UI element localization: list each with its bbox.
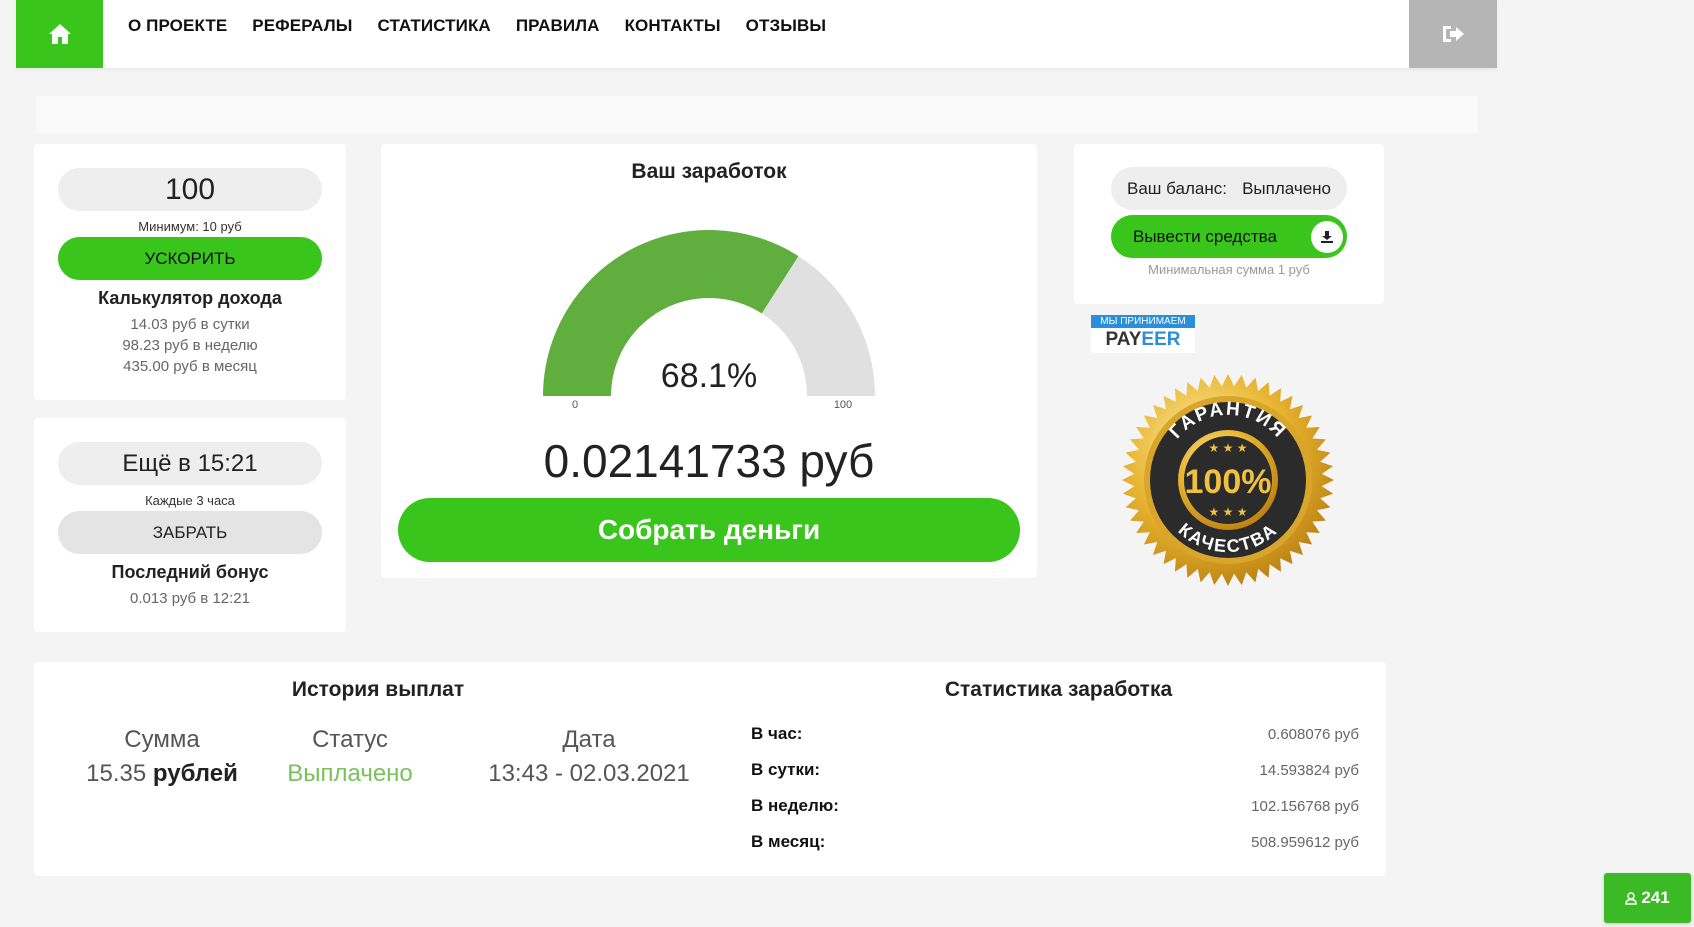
history-amount-number: 15.35: [86, 760, 147, 787]
stats-value-month: 508.959612 руб: [1251, 833, 1359, 851]
income-per-month: 435.00 руб в месяц: [123, 358, 257, 375]
payout-history-title: История выплат: [291, 678, 465, 701]
boost-min-note: Минимум: 10 руб: [138, 219, 242, 234]
balance-field: Ваш баланс: Выплачено: [1111, 167, 1347, 210]
income-per-week: 98.23 руб в неделю: [122, 337, 258, 354]
logout-button[interactable]: [1409, 0, 1497, 68]
bonus-timer-text: Ещё в 15:21: [122, 449, 258, 477]
boost-amount-field[interactable]: 100: [58, 168, 322, 211]
boost-button-label: УСКОРИТЬ: [144, 248, 236, 268]
gauge-min-label: 0: [572, 399, 578, 411]
stats-row-month: В месяц: 508.959612 руб: [751, 824, 1359, 860]
earnings-title: Ваш заработок: [631, 160, 787, 183]
earnings-card: Ваш заработок 68.1% 0 100 0.02141733 руб…: [381, 144, 1037, 578]
balance-card: Ваш баланс: Выплачено Вывести средства М…: [1074, 144, 1384, 304]
income-calculator-title: Калькулятор дохода: [98, 288, 282, 308]
nav-item-referrals[interactable]: РЕФЕРАЛЫ: [252, 16, 352, 36]
collect-money-label: Собрать деньги: [597, 514, 821, 545]
nav-item-rules[interactable]: ПРАВИЛА: [516, 16, 600, 36]
online-users-count: 241: [1641, 888, 1670, 907]
last-bonus-value: 0.013 руб в 12:21: [130, 590, 250, 607]
balance-label: Ваш баланс:: [1127, 178, 1227, 198]
home-button[interactable]: [16, 0, 103, 68]
bonus-timer: Ещё в 15:21: [58, 442, 322, 485]
history-amount-cell: 15.35 рублей: [64, 760, 260, 788]
history-col-status: Статус: [312, 726, 388, 753]
gauge-percent-label: 68.1%: [661, 357, 757, 395]
boost-button[interactable]: УСКОРИТЬ: [58, 237, 322, 280]
gauge-max-label: 100: [834, 399, 852, 411]
withdraw-min-note: Минимальная сумма 1 руб: [1148, 262, 1310, 277]
stats-row-day: В сутки: 14.593824 руб: [751, 752, 1359, 788]
payeer-brand-pay: PAY: [1105, 329, 1142, 350]
boost-amount-value: 100: [164, 172, 216, 206]
seal-center-text: 100%: [1185, 463, 1272, 501]
history-col-date: Дата: [562, 726, 616, 753]
nav-item-contacts[interactable]: КОНТАКТЫ: [625, 16, 721, 36]
boost-card: 100 Минимум: 10 руб УСКОРИТЬ Калькулятор…: [34, 144, 346, 400]
bonus-period-note: Каждые 3 часа: [145, 493, 235, 508]
payeer-accept-text: МЫ ПРИНИМАЕМ: [1091, 315, 1195, 328]
home-icon: [48, 24, 71, 44]
earnings-stats-title: Статистика заработка: [944, 678, 1173, 701]
withdraw-label: Вывести средства: [1133, 226, 1277, 246]
earnings-stats-list: В час: 0.608076 руб В сутки: 14.593824 р…: [751, 716, 1359, 860]
sign-out-icon: [1443, 26, 1464, 42]
claim-bonus-button[interactable]: ЗАБРАТЬ: [58, 511, 322, 554]
stats-value-week: 102.156768 руб: [1251, 797, 1359, 815]
stats-value-day: 14.593824 руб: [1259, 761, 1359, 779]
payeer-logo: МЫ ПРИНИМАЕМ PAYEER: [1091, 315, 1195, 353]
bonus-card: Ещё в 15:21 Каждые 3 часа ЗАБРАТЬ Послед…: [34, 418, 346, 632]
user-icon: [1625, 891, 1638, 905]
main-nav: О ПРОЕКТЕ РЕФЕРАЛЫ СТАТИСТИКА ПРАВИЛА КО…: [128, 0, 851, 52]
guarantee-seal: ГАРАНТИЯ 100% КАЧЕСТВА ★ ★ ★ ★ ★ ★: [1122, 374, 1334, 586]
svg-text:★ ★ ★: ★ ★ ★: [1209, 505, 1248, 519]
balance-paid-label: Выплачено: [1242, 178, 1331, 198]
payeer-brand-eer: EER: [1141, 329, 1181, 350]
withdraw-button[interactable]: Вывести средства: [1111, 215, 1347, 258]
claim-bonus-label: ЗАБРАТЬ: [152, 522, 228, 542]
stats-label-month: В месяц:: [751, 832, 826, 851]
nav-item-about[interactable]: О ПРОЕКТЕ: [128, 16, 227, 36]
history-status-cell: Выплачено: [287, 760, 413, 787]
earnings-gauge: 68.1% 0 100: [543, 230, 875, 411]
stats-label-day: В сутки:: [751, 760, 821, 779]
nav-item-statistics[interactable]: СТАТИСТИКА: [378, 16, 491, 36]
svg-text:★ ★ ★: ★ ★ ★: [1209, 441, 1248, 455]
stats-label-hour: В час:: [751, 724, 803, 743]
stats-row-week: В неделю: 102.156768 руб: [751, 788, 1359, 824]
earnings-amount: 0.02141733 руб: [543, 435, 875, 487]
income-per-day: 14.03 руб в сутки: [130, 316, 250, 333]
last-bonus-title: Последний бонус: [111, 562, 269, 582]
history-col-amount: Сумма: [124, 726, 200, 753]
stats-value-hour: 0.608076 руб: [1267, 725, 1359, 743]
history-date-cell: 13:43 - 02.03.2021: [488, 760, 690, 787]
stats-label-week: В неделю:: [751, 796, 839, 815]
nav-item-reviews[interactable]: ОТЗЫВЫ: [746, 16, 826, 36]
online-users-badge[interactable]: 241: [1604, 873, 1691, 923]
download-icon: [1311, 220, 1343, 253]
bottom-card: История выплат Сумма Статус Дата 15.35 р…: [34, 662, 1386, 876]
collect-money-button[interactable]: Собрать деньги: [398, 498, 1020, 562]
history-amount-unit: рублей: [152, 760, 238, 787]
announcement-strip: [36, 96, 1478, 133]
stats-row-hour: В час: 0.608076 руб: [751, 716, 1359, 752]
